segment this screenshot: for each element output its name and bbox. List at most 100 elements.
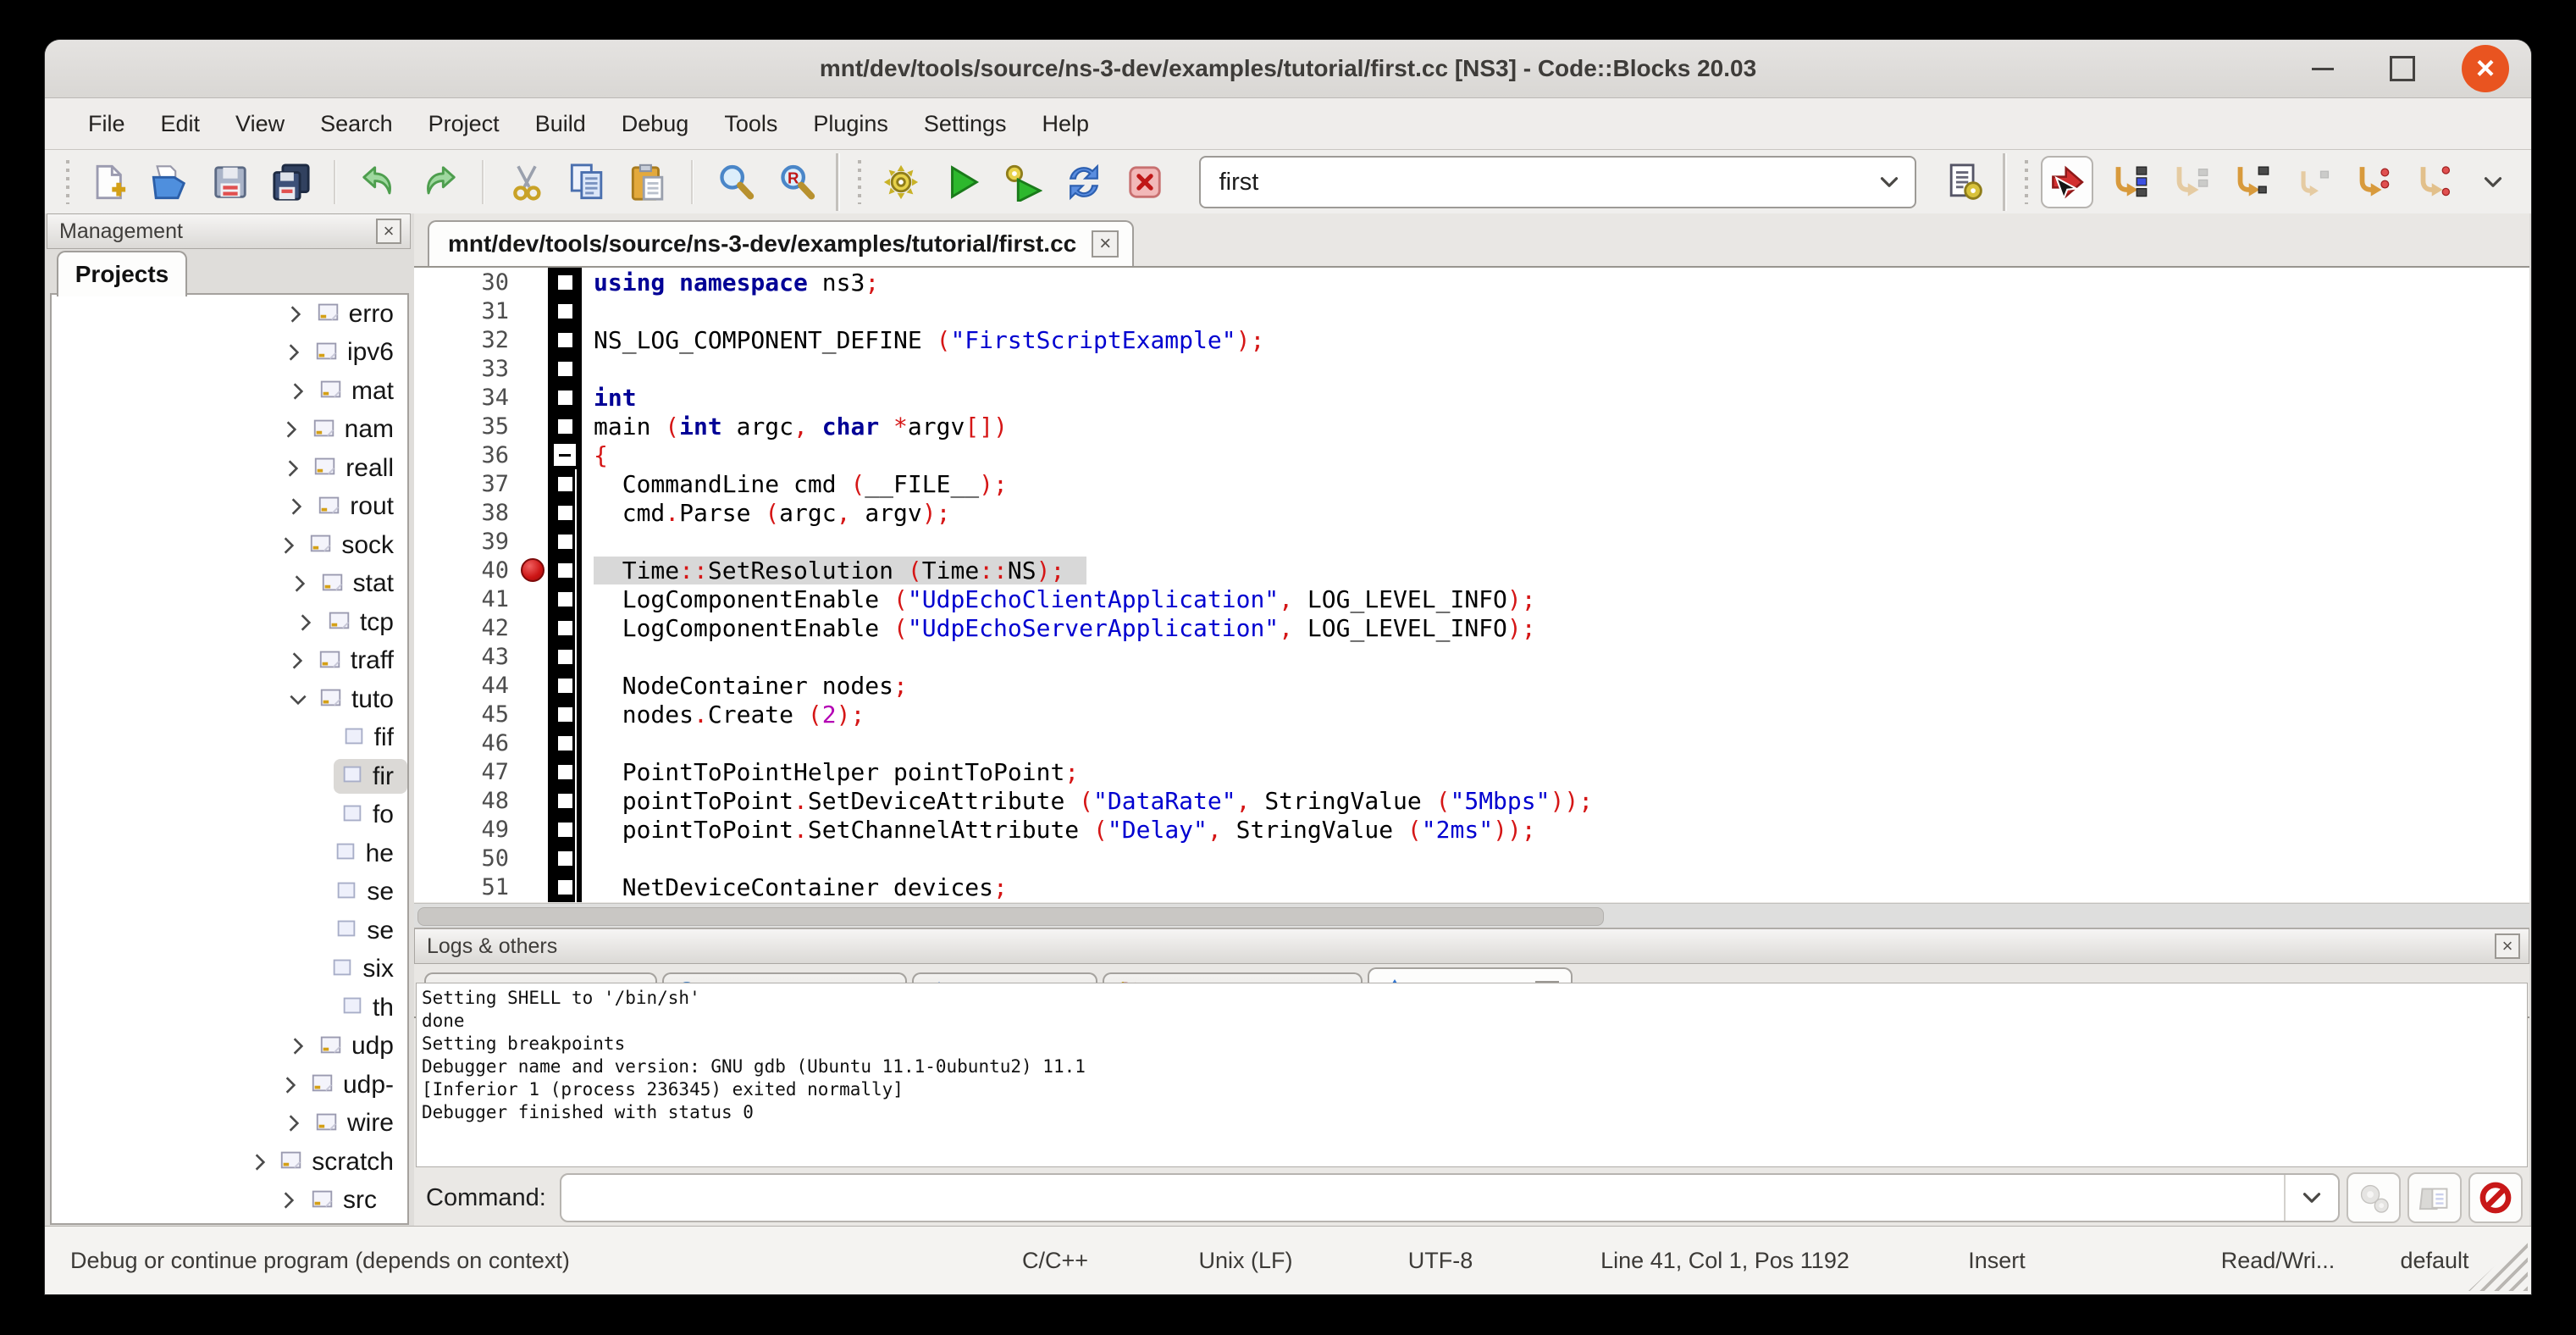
tree-item-tuto[interactable]: tuto (52, 680, 407, 719)
fold-marker[interactable] (558, 707, 572, 722)
fold-marker[interactable] (558, 304, 572, 319)
menu-debug[interactable]: Debug (604, 98, 707, 149)
tree-item-reall[interactable]: reall (52, 449, 407, 488)
breakpoint-margin[interactable] (517, 558, 548, 582)
tree-item-he[interactable]: he (52, 834, 407, 873)
chevron-right-icon[interactable] (284, 380, 312, 402)
fold-marker[interactable] (558, 650, 572, 664)
code-line-41[interactable]: 41 LogComponentEnable ("UdpEchoClientApp… (414, 584, 2529, 613)
line-number[interactable]: 45 (414, 701, 517, 728)
code-editor[interactable]: 30using namespace ns3;3132NS_LOG_COMPONE… (414, 268, 2529, 902)
tab-projects[interactable]: Projects (57, 251, 187, 296)
code-line-52[interactable]: 52 devices = pointToPoint.Install (nodes… (414, 901, 2529, 902)
fold-marker[interactable] (558, 563, 572, 578)
fold-margin[interactable] (548, 498, 582, 527)
chevron-right-icon[interactable] (291, 612, 321, 634)
undo-icon[interactable] (352, 156, 405, 208)
fold-margin[interactable] (548, 412, 582, 440)
titlebar[interactable]: mnt/dev/tools/source/ns-3-dev/examples/t… (45, 40, 2531, 98)
line-number[interactable]: 33 (414, 356, 517, 382)
open-file-icon[interactable] (143, 156, 196, 208)
code-line-35[interactable]: 35main (int argc, char *argv[]) (414, 412, 2529, 440)
chevron-right-icon[interactable] (284, 1035, 312, 1057)
fold-margin[interactable] (548, 469, 582, 498)
line-number[interactable]: 49 (414, 817, 517, 843)
line-number[interactable]: 40 (414, 557, 517, 584)
tree-item-erro[interactable]: erro (52, 295, 407, 334)
tree-item-fo[interactable]: fo (52, 796, 407, 835)
tree-item-udp[interactable]: udp (52, 1028, 407, 1066)
line-number[interactable]: 41 (414, 586, 517, 612)
chevron-right-icon[interactable] (282, 496, 311, 518)
fold-margin[interactable] (548, 556, 582, 584)
tree-item-th[interactable]: th (52, 989, 407, 1028)
code-line-43[interactable]: 43 (414, 642, 2529, 671)
line-number[interactable]: 38 (414, 500, 517, 526)
fold-margin[interactable] (548, 296, 582, 325)
rebuild-icon[interactable] (1058, 156, 1110, 208)
fold-marker[interactable] (558, 333, 572, 347)
line-number[interactable]: 42 (414, 615, 517, 641)
fold-margin[interactable] (548, 613, 582, 642)
tree-item-rout[interactable]: rout (52, 488, 407, 527)
line-number[interactable]: 31 (414, 298, 517, 324)
tree-item-src[interactable]: src (52, 1182, 407, 1221)
chevron-down-icon[interactable] (284, 689, 312, 711)
tree-item-udp-[interactable]: udp- (52, 1066, 407, 1105)
fold-marker[interactable] (558, 275, 572, 290)
fold-marker[interactable] (558, 419, 572, 434)
management-close-icon[interactable]: × (376, 219, 401, 244)
next-instruction-icon[interactable] (2346, 156, 2398, 208)
code-line-34[interactable]: 34int (414, 383, 2529, 412)
save-icon[interactable] (204, 156, 257, 208)
menu-project[interactable]: Project (411, 98, 517, 149)
step-into-instruction-icon[interactable] (2407, 156, 2459, 208)
command-field[interactable] (561, 1175, 2284, 1221)
fold-margin[interactable] (548, 786, 582, 815)
chevron-right-icon[interactable] (281, 303, 310, 325)
line-number[interactable]: 50 (414, 845, 517, 872)
line-number[interactable]: 39 (414, 529, 517, 555)
editor-hscrollbar[interactable] (414, 903, 2529, 928)
find-icon[interactable] (710, 156, 762, 208)
chevron-down-icon[interactable] (1864, 168, 1915, 197)
code-line-51[interactable]: 51 NetDeviceContainer devices; (414, 872, 2529, 901)
menu-search[interactable]: Search (302, 98, 411, 149)
fold-marker[interactable] (558, 362, 572, 376)
step-into-icon[interactable] (2224, 156, 2276, 208)
code-line-42[interactable]: 42 LogComponentEnable ("UdpEchoServerApp… (414, 613, 2529, 642)
code-line-47[interactable]: 47 PointToPointHelper pointToPoint; (414, 757, 2529, 786)
step-out-icon[interactable] (2285, 156, 2337, 208)
tree-item-se[interactable]: se (52, 911, 407, 950)
fold-margin[interactable] (548, 268, 582, 296)
minimize-button[interactable] (2302, 48, 2343, 89)
fold-margin[interactable] (548, 700, 582, 728)
debug-continue-icon[interactable] (2041, 156, 2093, 208)
tree-item-nam[interactable]: nam (52, 411, 407, 450)
menu-help[interactable]: Help (1024, 98, 1107, 149)
menu-edit[interactable]: Edit (143, 98, 218, 149)
chevron-down-icon[interactable] (2284, 1175, 2338, 1221)
fold-margin[interactable] (548, 383, 582, 412)
line-number[interactable]: 51 (414, 874, 517, 900)
chevron-right-icon[interactable] (278, 418, 306, 440)
code-line-50[interactable]: 50 (414, 844, 2529, 872)
fold-margin[interactable] (548, 642, 582, 671)
chevron-right-icon[interactable] (280, 1112, 308, 1134)
toolbar-grip[interactable] (854, 160, 865, 204)
tree-item-traff[interactable]: traff (52, 642, 407, 681)
copy-icon[interactable] (561, 156, 614, 208)
run-icon[interactable] (936, 156, 988, 208)
command-input[interactable] (560, 1173, 2340, 1222)
code-line-30[interactable]: 30using namespace ns3; (414, 268, 2529, 296)
stop-debugger-button[interactable] (2468, 1172, 2523, 1223)
line-number[interactable]: 44 (414, 673, 517, 699)
fold-margin[interactable] (548, 844, 582, 872)
chevron-right-icon[interactable] (276, 1074, 304, 1096)
tree-item-mat[interactable]: mat (52, 372, 407, 411)
fold-margin[interactable] (548, 815, 582, 844)
breakpoint-icon[interactable] (521, 558, 544, 582)
fold-marker[interactable] (558, 535, 572, 549)
menu-file[interactable]: File (70, 98, 143, 149)
tree-item-six[interactable]: six (52, 950, 407, 989)
